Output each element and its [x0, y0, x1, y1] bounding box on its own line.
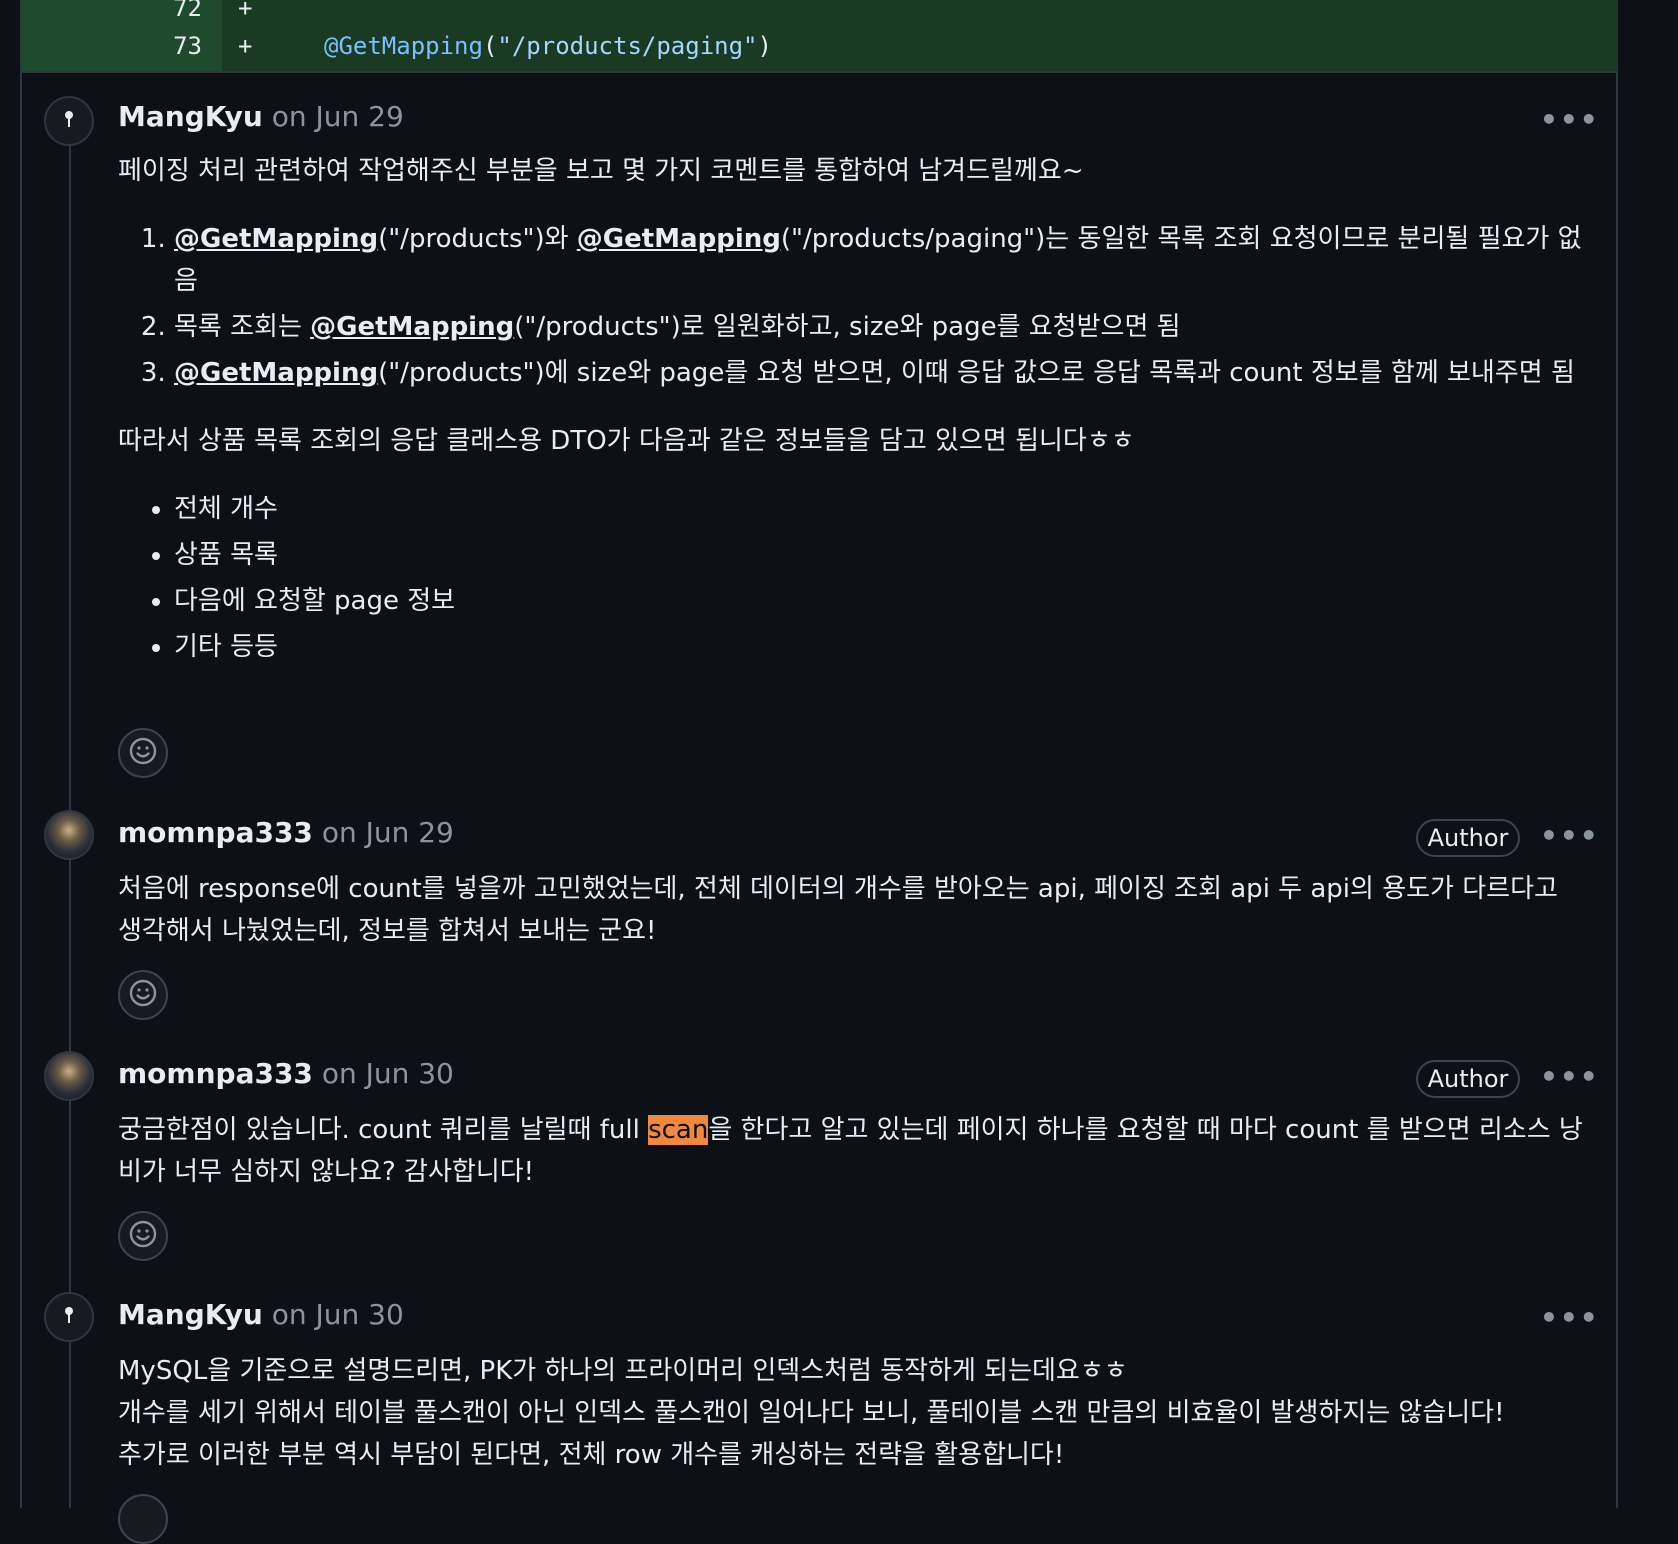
code-annotation: @GetMapping — [324, 32, 483, 60]
diff-line: 73 + @GetMapping("/products/paging") — [22, 32, 1618, 68]
user-mention[interactable]: @GetMapping — [310, 312, 514, 342]
comment-paragraph: 페이징 처리 관련하여 작업해주신 부분을 보고 몇 가지 코멘트를 통합하여 … — [118, 156, 1084, 186]
user-mention[interactable]: @GetMapping — [577, 224, 781, 254]
comment-paragraph: 따라서 상품 목록 조회의 응답 클래스용 DTO가 다음과 같은 정보들을 담… — [118, 426, 1135, 456]
more-options-button[interactable]: ••• — [1540, 1304, 1598, 1332]
diff-plus-sign: + — [238, 0, 253, 22]
comment-line: 개수를 세기 위해서 테이블 풀스캔이 아닌 인덱스 풀스캔이 일어나다 보니,… — [118, 1398, 1505, 1428]
comment-body: MySQL을 기준으로 설명드리면, PK가 하나의 프라이머리 인덱스처럼 동… — [118, 1350, 1588, 1476]
list-item: @GetMapping("/products")와 @GetMapping("/… — [174, 218, 1588, 302]
diff-line: 72 + — [22, 0, 1618, 30]
comment-date[interactable]: on Jun 29 — [272, 100, 404, 133]
code-paren: ( — [482, 32, 498, 60]
add-reaction-button[interactable] — [118, 728, 168, 778]
comment-author[interactable]: MangKyu — [118, 100, 263, 133]
avatar[interactable] — [44, 810, 94, 860]
list-item: 기타 등등 — [174, 626, 1588, 668]
comment-paragraph: 궁금한점이 있습니다. count 쿼리를 날릴때 full scan을 한다고… — [118, 1109, 1588, 1193]
smiley-icon — [128, 736, 158, 770]
list-item-text: ("/products")에 size와 page를 요청 받으면, 이때 응답… — [378, 358, 1575, 388]
user-mention[interactable]: @GetMapping — [174, 224, 378, 254]
comment-author[interactable]: momnpa333 — [118, 816, 313, 849]
more-options-button[interactable]: ••• — [1540, 1063, 1598, 1091]
pin-icon — [62, 1305, 76, 1329]
comment-text: 궁금한점이 있습니다. count 쿼리를 날릴때 full — [118, 1115, 649, 1145]
smiley-icon — [128, 978, 158, 1012]
comment-body: 궁금한점이 있습니다. count 쿼리를 날릴때 full scan을 한다고… — [118, 1109, 1588, 1193]
comment-date[interactable]: on Jun 30 — [272, 1298, 404, 1331]
avatar[interactable] — [44, 1051, 94, 1101]
more-options-button[interactable]: ••• — [1540, 822, 1598, 850]
avatar[interactable] — [44, 1292, 94, 1342]
diff-snippet: 72 + 73 + @GetMapping("/products/paging"… — [22, 0, 1618, 73]
comment-header: MangKyu on Jun 29 — [118, 100, 404, 133]
smiley-icon — [128, 1219, 158, 1253]
comment-author[interactable]: MangKyu — [118, 1298, 263, 1331]
pin-icon — [62, 109, 76, 133]
comment-author[interactable]: momnpa333 — [118, 1057, 313, 1090]
author-badge: Author — [1416, 819, 1520, 857]
comment-date[interactable]: on Jun 29 — [322, 816, 454, 849]
bullet-list: 전체 개수 상품 목록 다음에 요청할 page 정보 기타 등등 — [118, 488, 1588, 668]
comment-header: momnpa333 on Jun 29 — [118, 816, 454, 849]
line-number: 73 — [173, 32, 202, 60]
comment-line: MySQL을 기준으로 설명드리면, PK가 하나의 프라이머리 인덱스처럼 동… — [118, 1356, 1128, 1386]
comment-paragraph: 처음에 response에 count를 넣을까 고민했었는데, 전체 데이터의… — [118, 874, 1558, 946]
diff-plus-sign: + — [238, 32, 253, 60]
list-item-text: ("/products")와 — [378, 224, 577, 254]
list-item: 전체 개수 — [174, 488, 1588, 530]
author-badge: Author — [1416, 1060, 1520, 1098]
comment-line: 추가로 이러한 부분 역시 부담이 된다면, 전체 row 개수를 캐싱하는 전… — [118, 1440, 1065, 1470]
numbered-list: @GetMapping("/products")와 @GetMapping("/… — [118, 218, 1588, 394]
add-reaction-button[interactable] — [118, 1494, 168, 1544]
code-string: "/products/paging" — [497, 32, 758, 60]
comment-date[interactable]: on Jun 30 — [322, 1057, 454, 1090]
add-reaction-button[interactable] — [118, 1211, 168, 1261]
list-item: 다음에 요청할 page 정보 — [174, 580, 1588, 622]
add-reaction-button[interactable] — [118, 970, 168, 1020]
search-highlight: scan — [648, 1115, 709, 1145]
more-options-button[interactable]: ••• — [1540, 106, 1598, 134]
code-paren: ) — [757, 32, 772, 60]
list-item: @GetMapping("/products")에 size와 page를 요청… — [174, 352, 1588, 394]
user-mention[interactable]: @GetMapping — [174, 358, 378, 388]
avatar[interactable] — [44, 96, 94, 146]
comment-body: 페이징 처리 관련하여 작업해주신 부분을 보고 몇 가지 코멘트를 통합하여 … — [118, 150, 1588, 668]
comment-header: MangKyu on Jun 30 — [118, 1298, 404, 1331]
comment-header: momnpa333 on Jun 30 — [118, 1057, 454, 1090]
comment-body: 처음에 response에 count를 넣을까 고민했었는데, 전체 데이터의… — [118, 868, 1588, 952]
diff-code: @GetMapping("/products/paging") — [324, 32, 772, 60]
list-item-text: 목록 조회는 — [174, 312, 311, 342]
list-item-text: ("/products")로 일원화하고, size와 page를 요청받으면 … — [514, 312, 1181, 342]
list-item: 상품 목록 — [174, 534, 1588, 576]
line-number: 72 — [173, 0, 202, 22]
list-item: 목록 조회는 @GetMapping("/products")로 일원화하고, … — [174, 306, 1588, 348]
